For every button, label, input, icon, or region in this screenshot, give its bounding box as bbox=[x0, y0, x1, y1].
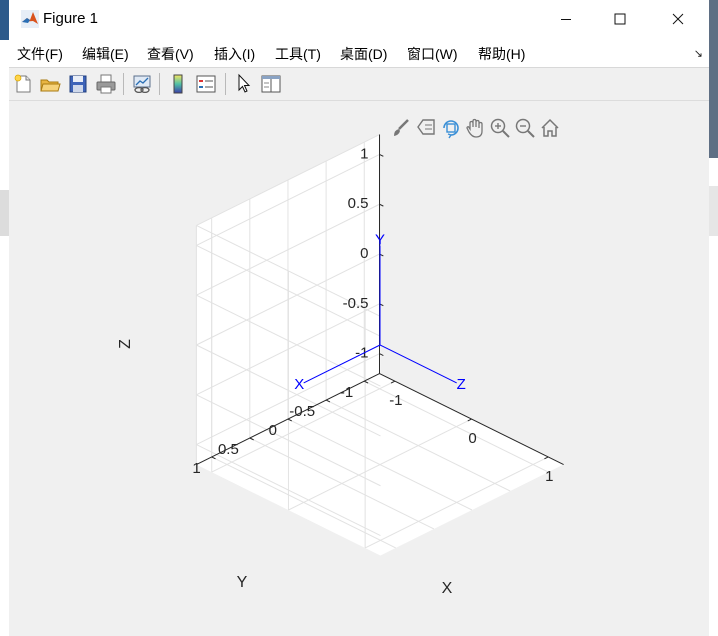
property-inspector-icon[interactable] bbox=[260, 73, 282, 95]
menu-insert[interactable]: 插入(I) bbox=[214, 44, 255, 64]
open-file-icon[interactable] bbox=[39, 73, 61, 95]
menu-edit[interactable]: 编辑(E) bbox=[82, 44, 129, 64]
y-tick-label: -1 bbox=[340, 384, 353, 401]
close-icon bbox=[672, 13, 684, 25]
z-tick-label: 0.5 bbox=[348, 195, 369, 212]
z-axis-label: Z bbox=[117, 339, 134, 349]
series-label-y: Y bbox=[375, 231, 385, 248]
maximize-button[interactable] bbox=[597, 0, 643, 38]
matlab-logo-icon bbox=[21, 10, 39, 28]
new-figure-icon[interactable] bbox=[12, 73, 34, 95]
colorbar-icon[interactable] bbox=[167, 73, 189, 95]
title-bar[interactable]: Figure 1 bbox=[9, 0, 709, 38]
maximize-icon bbox=[614, 13, 626, 25]
y-tick-label: 1 bbox=[192, 460, 200, 477]
toolbar-separator bbox=[225, 73, 226, 95]
x-axis-label: X bbox=[442, 580, 453, 597]
y-tick-label: -0.5 bbox=[289, 403, 315, 420]
save-icon[interactable] bbox=[67, 73, 89, 95]
y-axis-label: Y bbox=[237, 574, 248, 591]
menu-tools[interactable]: 工具(T) bbox=[275, 44, 321, 64]
menu-file[interactable]: 文件(F) bbox=[17, 44, 63, 64]
edit-plot-cursor-icon[interactable] bbox=[233, 73, 255, 95]
menu-window[interactable]: 窗口(W) bbox=[407, 44, 458, 64]
toolbar-separator bbox=[123, 73, 124, 95]
z-tick-label: -0.5 bbox=[343, 295, 369, 312]
z-tick bbox=[379, 153, 384, 157]
y-tick-label: 0 bbox=[269, 422, 277, 439]
z-tick-label: -1 bbox=[355, 345, 368, 362]
z-tick bbox=[379, 203, 384, 207]
axes-3d-plot[interactable]: -1 0 1 -1 -0.5 0 0.5 1 -1 -0.5 0 0.5 1 X Y Z Z Y X bbox=[9, 100, 709, 636]
z-tick-label: 1 bbox=[360, 145, 368, 162]
toolbar-separator bbox=[159, 73, 160, 95]
minimize-button[interactable] bbox=[543, 0, 589, 38]
minimize-icon bbox=[561, 19, 571, 20]
legend-icon[interactable] bbox=[195, 73, 217, 95]
x-tick-label: 0 bbox=[468, 430, 476, 447]
menu-bar: 文件(F) 编辑(E) 查看(V) 插入(I) 工具(T) 桌面(D) 窗口(W… bbox=[9, 38, 709, 67]
series-label-x: X bbox=[294, 376, 304, 393]
z-tick-label: 0 bbox=[360, 245, 368, 262]
menu-help[interactable]: 帮助(H) bbox=[478, 44, 525, 64]
series-line-z bbox=[379, 344, 457, 384]
figure-window: Figure 1 文件(F) 编辑(E) 查看(V) 插入(I) 工具(T) 桌… bbox=[9, 0, 709, 636]
print-icon[interactable] bbox=[95, 73, 117, 95]
menu-view[interactable]: 查看(V) bbox=[147, 44, 194, 64]
x-tick-label: -1 bbox=[389, 392, 402, 409]
x-tick-label: 1 bbox=[545, 468, 553, 485]
menu-dock-arrow-icon[interactable]: ↘ bbox=[694, 47, 703, 60]
window-title: Figure 1 bbox=[43, 10, 99, 27]
background-window-strip-left-lower bbox=[0, 190, 9, 236]
series-label-z: Z bbox=[457, 376, 466, 393]
figure-toolbar bbox=[9, 67, 709, 101]
y-tick-label: 0.5 bbox=[218, 441, 239, 458]
link-plot-icon[interactable] bbox=[131, 73, 153, 95]
close-button[interactable] bbox=[655, 0, 701, 38]
background-window-strip-left bbox=[0, 0, 9, 40]
menu-desktop[interactable]: 桌面(D) bbox=[340, 44, 387, 64]
